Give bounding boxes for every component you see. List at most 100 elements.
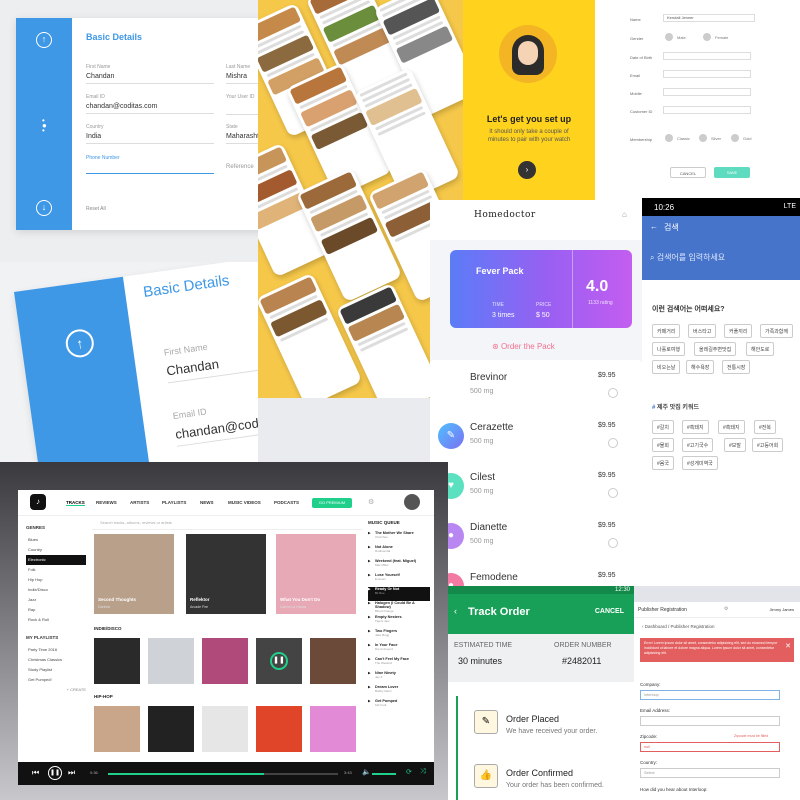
dob-field[interactable]: [663, 52, 751, 60]
progress-slider[interactable]: [108, 773, 338, 775]
suggestion-chip[interactable]: 해안도로: [746, 342, 775, 356]
playlist-item[interactable]: Study Playlist: [26, 665, 86, 675]
genre-item[interactable]: Hip Hop: [26, 575, 86, 585]
keyword-chip[interactable]: #고기국수: [682, 438, 714, 452]
genre-item[interactable]: Folk: [26, 565, 86, 575]
volume-icon[interactable]: 🔈: [362, 768, 371, 776]
membership-classic-radio[interactable]: [665, 134, 673, 142]
nav-music-videos[interactable]: MUSIC VIDEOS: [228, 500, 261, 505]
album-thumb[interactable]: [94, 706, 140, 752]
genre-item[interactable]: Rap: [26, 605, 86, 615]
membership-gold-radio[interactable]: [731, 134, 739, 142]
user-name[interactable]: Jimmy James: [770, 607, 794, 612]
repeat-icon[interactable]: ⟳: [406, 768, 412, 776]
album-thumb[interactable]: [94, 638, 140, 684]
album-thumb[interactable]: [310, 706, 356, 752]
nav-tracks[interactable]: TRACKS: [66, 500, 85, 506]
nav-podcasts[interactable]: PODCASTS: [274, 500, 299, 505]
reset-all-button[interactable]: Reset All: [86, 206, 106, 212]
album-thumb[interactable]: [148, 638, 194, 684]
arrow-up-icon[interactable]: ↑: [63, 327, 96, 360]
settings-icon[interactable]: ⚙: [368, 498, 374, 506]
playlist-item[interactable]: Get Pumped!: [26, 675, 86, 685]
queue-item[interactable]: The Mother We ShareChvrches: [368, 531, 430, 545]
nav-playlists[interactable]: PLAYLISTS: [162, 500, 186, 505]
queue-item-playing[interactable]: Ready Or NotBii Roe: [368, 587, 430, 601]
nav-reviews[interactable]: REVIEWS: [96, 500, 117, 505]
prev-icon[interactable]: ⏮: [32, 768, 39, 778]
keyword-chip[interactable]: #몸국: [652, 456, 674, 470]
album-thumb[interactable]: [148, 706, 194, 752]
playlist-item[interactable]: Christmas Classics: [26, 655, 86, 665]
first-name-field[interactable]: Chandan: [86, 73, 214, 84]
queue-item[interactable]: Empty NestersTigers Jaw: [368, 615, 430, 629]
back-arrow-icon[interactable]: ‹: [454, 606, 457, 616]
queue-item[interactable]: Weekend (feat. Miguel)Mac Miller: [368, 559, 430, 573]
keyword-chip[interactable]: #흑돼지: [682, 420, 709, 434]
queue-item[interactable]: Not AloneRudimental: [368, 545, 430, 559]
suggestion-chip[interactable]: 올레길주변맛집: [694, 342, 737, 356]
select-check-icon[interactable]: [608, 438, 618, 448]
music-search-input[interactable]: Search tracks, albums, reviews or artist…: [92, 520, 362, 530]
keyword-chip[interactable]: #성게미역국: [682, 456, 718, 470]
cancel-button[interactable]: CANCEL: [595, 608, 624, 615]
album-thumb[interactable]: ❚❚: [256, 638, 302, 684]
playlist-item[interactable]: Party Time 2016: [26, 645, 86, 655]
volume-slider[interactable]: [372, 773, 396, 775]
gear-icon[interactable]: ⚙: [724, 606, 728, 612]
album-thumb[interactable]: [256, 706, 302, 752]
email-field[interactable]: [640, 716, 780, 726]
keyword-chip[interactable]: #물회: [652, 438, 674, 452]
chevron-right-icon[interactable]: ›: [518, 161, 536, 179]
save-button[interactable]: SAVE: [714, 167, 750, 178]
suggestion-chip[interactable]: 전통시장: [722, 360, 751, 374]
back-arrow-icon[interactable]: ←: [650, 222, 658, 231]
queue-item[interactable]: Halogen (I Could Be A Shadow)Blood Orang…: [368, 601, 430, 615]
genre-item[interactable]: Jazz: [26, 595, 86, 605]
cancel-button[interactable]: CANCEL: [670, 167, 706, 178]
keyword-chip[interactable]: #보말: [724, 438, 746, 452]
queue-item[interactable]: Nine NinetyJay Z: [368, 671, 430, 685]
suggestion-chip[interactable]: 나홀로여행: [652, 342, 686, 356]
pause-icon[interactable]: ❚❚: [48, 766, 62, 780]
mobile-field[interactable]: [663, 88, 751, 96]
gender-female-radio[interactable]: [703, 33, 711, 41]
album-thumb[interactable]: [310, 638, 356, 684]
nav-artists[interactable]: ARTISTS: [130, 500, 149, 505]
featured-album[interactable]: Second Thoughts Daniela: [94, 534, 174, 614]
keyword-chip[interactable]: #고등어회: [752, 438, 784, 452]
user-id-field[interactable]: [226, 103, 258, 115]
genre-item[interactable]: Blues: [26, 535, 86, 545]
queue-item[interactable]: In Your FaceDie Antwoord: [368, 643, 430, 657]
fever-pack-card[interactable]: Fever Pack TIME 3 times PRICE $ 50 4.0 1…: [450, 250, 632, 328]
album-thumb[interactable]: [202, 638, 248, 684]
next-icon[interactable]: ⏭: [68, 768, 75, 778]
zipcode-field[interactable]: null: [640, 742, 780, 752]
avatar[interactable]: [404, 494, 420, 510]
featured-album[interactable]: Reflektor Arcade Fire: [186, 534, 266, 614]
suggestion-chip[interactable]: 비오는날: [652, 360, 681, 374]
arrow-up-icon[interactable]: ↑: [36, 32, 52, 48]
shuffle-icon[interactable]: ⤨: [420, 768, 426, 776]
queue-item[interactable]: Can't Feel My FaceThe Weeknd: [368, 657, 430, 671]
app-logo-icon[interactable]: ♪: [30, 494, 46, 510]
genre-item[interactable]: Indie/Disco: [26, 585, 86, 595]
keyword-chip[interactable]: #흑돼지: [718, 420, 745, 434]
featured-album[interactable]: What You Don't Do Lianne La Havas: [276, 534, 356, 614]
arrow-down-icon[interactable]: ↓: [36, 200, 52, 216]
genre-item[interactable]: Rock & Roll: [26, 615, 86, 625]
genre-item[interactable]: Country: [26, 545, 86, 555]
suggestion-chip[interactable]: 버스타고: [688, 324, 717, 338]
last-name-field[interactable]: Mishra: [226, 73, 258, 84]
phone-input[interactable]: [86, 164, 214, 174]
select-check-icon[interactable]: [608, 388, 618, 398]
membership-silver-radio[interactable]: [699, 134, 707, 142]
country-select[interactable]: Select: [640, 768, 780, 778]
search-input[interactable]: ⌕ 검색어를 입력하세요: [650, 252, 725, 263]
queue-item[interactable]: Dream LoverBobby Darin: [368, 685, 430, 699]
create-playlist-button[interactable]: + CREATE: [26, 685, 86, 695]
nav-news[interactable]: NEWS: [200, 500, 214, 505]
country-select[interactable]: India: [86, 133, 214, 144]
select-check-icon[interactable]: [608, 488, 618, 498]
order-pack-button[interactable]: ⊛ Order the Pack: [492, 342, 555, 351]
